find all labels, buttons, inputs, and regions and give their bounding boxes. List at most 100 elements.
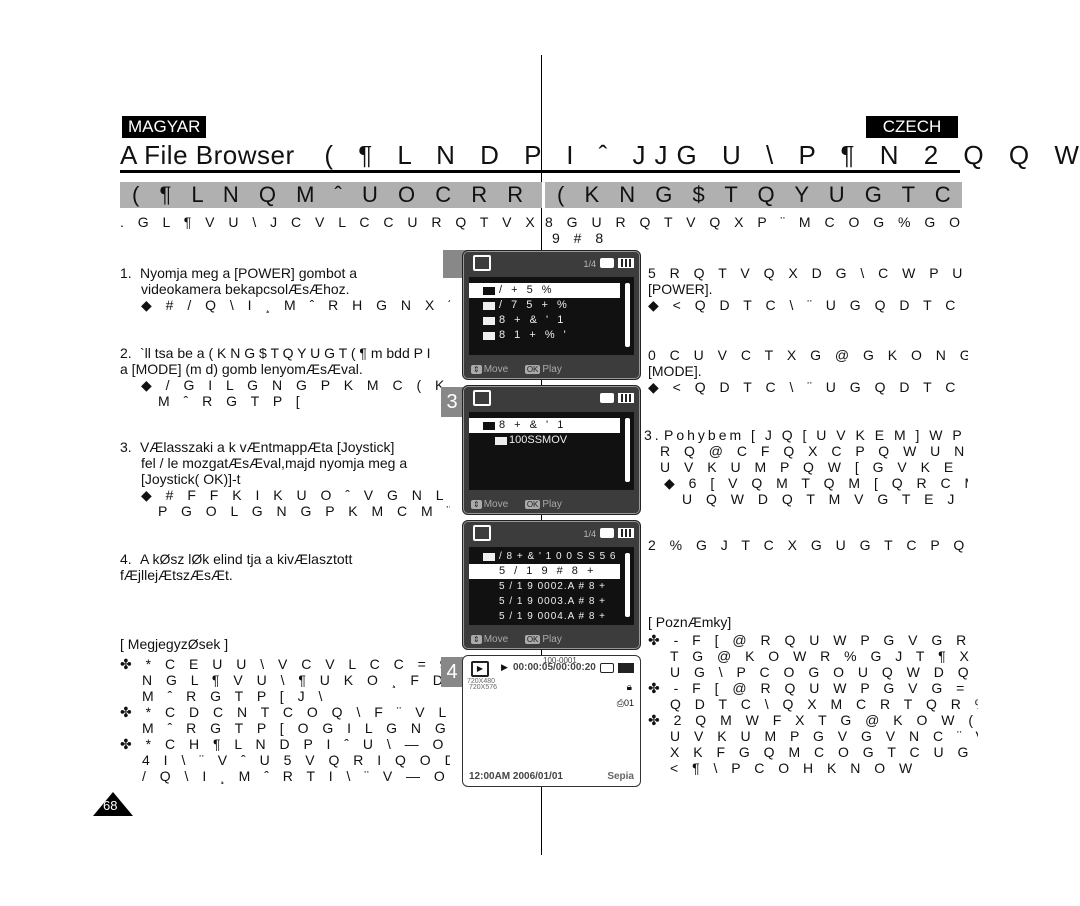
- list-item-label: / + 5 %: [499, 284, 555, 296]
- note-text: - F [ @ R Q U W P G V G R % G R ¨ P C = …: [673, 632, 978, 648]
- ok-icon: OK: [524, 500, 541, 509]
- title-rule: [120, 170, 960, 173]
- joystick-icon: ⇕: [471, 365, 482, 374]
- folder-icon: [495, 437, 507, 445]
- footer-play-label: Play: [542, 634, 562, 645]
- diamond-bullet-icon: ◆: [141, 487, 157, 503]
- list-item-label: 5 / 1 9 # 8 +: [499, 565, 597, 577]
- section-title-right: ( K N G $ T Q Y U G T C U N Q @ G M: [545, 182, 962, 208]
- note-item: ✤ * C H ¶ L N D P I ˆ U \ — O ¸ F D C P …: [120, 736, 450, 784]
- step-text: Pohybem [ J Q [ U V K E M ] W P T ¶ Q N …: [664, 427, 968, 443]
- list-item[interactable]: 5 / 1 9 # 8 +: [469, 564, 620, 579]
- step-4: 4. A kØsz lØk elind tja a kivÆlasztott fÆ…: [120, 551, 450, 583]
- list-item[interactable]: 5 / 1 9 0002.A # 8 +: [469, 579, 620, 594]
- footer-play-label: Play: [542, 499, 562, 510]
- list-item[interactable]: 8 + & ' 1: [469, 418, 620, 433]
- list-item-label: 5 / 1 9 0002.A # 8 +: [499, 581, 607, 592]
- footer-move-label: Move: [483, 499, 509, 510]
- page-number: 68: [103, 798, 118, 813]
- step-number: 1.: [120, 265, 132, 281]
- print-copies: 01: [623, 698, 634, 708]
- step-bullet-text: 6 [ V Q M T Q M [ Q R C M W L V G F Q M …: [688, 475, 968, 491]
- note-text: 2 Q M W F X T G @ K O W ( K N G $ T Q Y …: [673, 712, 978, 728]
- note-text: N G L ¶ V U \ ¶ U K O ¸ F D C P X K U U …: [142, 672, 450, 688]
- list-item[interactable]: / 7 5 + %: [469, 298, 620, 313]
- step-text: R Q @ C F Q X C P Q W U N Q Q W D Q R T …: [660, 443, 968, 459]
- scrollbar[interactable]: [625, 283, 630, 347]
- page-number-badge: 68: [93, 792, 133, 816]
- note-bullet-icon: ✤: [648, 680, 665, 696]
- note-text: M ˆ R G T P [ O G I L G N G P K M: [142, 720, 450, 736]
- folder-open-icon: [483, 422, 495, 430]
- list-item[interactable]: 5 / 1 9 0003.A # 8 +: [469, 594, 620, 609]
- notes-right: ✤ - F [ @ R Q U W P G V G R % G R ¨ P C …: [648, 632, 978, 776]
- note-text: X K F G Q M C O G T C U G R % G P G F Q: [670, 744, 978, 760]
- scrollbar[interactable]: [625, 553, 630, 617]
- folder-icon: [483, 287, 495, 295]
- ok-icon: OK: [524, 365, 541, 374]
- note-bullet-icon: ✤: [120, 656, 137, 672]
- step-number: 3.: [120, 439, 132, 455]
- note-item: ✤ * C E U U \ V C V L C C = 9 6 ? M C R …: [120, 656, 450, 704]
- folder-play-icon: ▶: [471, 661, 489, 677]
- list-item-label: 8 + & ' 1: [499, 419, 567, 431]
- intro-right-line2: 9 # 8: [552, 230, 609, 246]
- file-list: / + 5 % / 7 5 + % 8 + & ' 1 8 1 + % ': [469, 277, 634, 355]
- battery-icon: [600, 393, 634, 403]
- datetime: 12:00AM 2006/01/01: [469, 771, 563, 782]
- note-text: Q D T C \ Q X M C R T Q R % G F E J Q \ …: [670, 696, 978, 712]
- notes-left: ✤ * C E U U \ V C V L C C = 9 6 ? M C R …: [120, 656, 450, 784]
- note-bullet-icon: ✤: [648, 712, 665, 728]
- list-item-path: / 8 + & ' 1 0 0 S S 5 6 / 1 8: [469, 549, 620, 577]
- folder-icon: [473, 255, 491, 271]
- list-item[interactable]: 8 + & ' 1: [469, 313, 620, 328]
- step-4: 2 % G J T C X G U G T C P Q W D Q T: [648, 537, 968, 553]
- step-1: 1. Nyomja meg a [POWER] gombot a videokam…: [120, 265, 450, 313]
- footer-move-label: Move: [483, 634, 509, 645]
- step-2: 0 C U V C T X G @ G K O N G $ T Q U V K …: [648, 347, 968, 395]
- step-bullet-text: < Q D T C \ ¨ U G Q D T C \ Q X M C ( K …: [672, 379, 968, 395]
- step-bullet-text: < Q D T C \ ¨ U G Q D T C \ Q X M C / Q …: [672, 297, 968, 313]
- note-bullet-icon: ✤: [120, 736, 137, 752]
- list-item[interactable]: 100SSMOV: [469, 433, 620, 448]
- step-bullet-text: # / Q \ I ¸ M ˆ R H G N X ˆ V G N M ˆ R …: [165, 297, 450, 313]
- step-text: videokamera bekapcsolÆsÆhoz.: [141, 281, 350, 297]
- step-badge-3: 3: [441, 387, 463, 417]
- note-bullet-icon: ✤: [648, 632, 665, 648]
- intro-right-line1: 8 G U R Q T V Q X P ¨ M C O G % G O 5 @ …: [545, 214, 965, 230]
- screen-footer: ⇕ Move OK Play: [471, 499, 562, 510]
- note-item: ✤ - F [ @ R Q U W P G V G = , Q [ U V K …: [648, 680, 978, 712]
- note-text: / Q \ I ¸ M ˆ R T I \ ¨ V — O ¸ F D C M …: [142, 768, 450, 784]
- page-title-czech: ( ¶ L N D P I ˆ JJG U \ P ¶ N 2 Q Q W @ …: [324, 140, 1080, 170]
- note-item: ✤ 2 Q M W F X T G @ K O W ( K N G $ T Q …: [648, 712, 978, 776]
- footer-play-label: Play: [542, 364, 562, 375]
- step-1: 5 R Q T V Q X D G \ C W P U G K U M N G …: [648, 265, 968, 313]
- language-label-czech: CZECH: [866, 116, 958, 138]
- step-text: 5 R Q T V Q X D G \ C W P U G K U M N G …: [648, 265, 968, 281]
- step-text: VÆlasszaki a k vÆntmappÆta [Joystick]: [140, 439, 395, 455]
- note-text: * C E U U \ V C V L C C = 9 6 ? M C R E …: [145, 656, 450, 672]
- scrollbar[interactable]: [625, 418, 630, 482]
- resolution-pal: 720X576: [469, 684, 498, 691]
- list-item[interactable]: / + 5 %: [469, 283, 620, 298]
- folder-icon: [473, 390, 491, 406]
- file-list: / 8 + & ' 1 0 0 S S 5 6 / 1 8 5 / 1 9 # …: [469, 547, 634, 625]
- step-badge-4: 4: [441, 657, 463, 687]
- page-title: A File Browser ( ¶ L N D P I ˆ JJG U \ P…: [120, 140, 1080, 171]
- diamond-bullet-icon: ◆: [648, 297, 664, 313]
- step-text: Nyomja meg a [POWER] gombot a: [140, 265, 358, 281]
- step-bullet-text: M ˆ R G T P [: [158, 393, 305, 409]
- intro-left: . G L ¶ V U \ J C V L C C U R Q T V X # …: [120, 214, 540, 230]
- step-text: a [MODE] (m d) gomb lenyomÆsÆval.: [120, 361, 363, 377]
- camera-screen-1: 1/4 / + 5 % / 7 5 + % 8 + & ' 1 8 1 + % …: [462, 250, 641, 380]
- battery-icon: [600, 528, 634, 538]
- note-text: U G \ P C O G O U Q W D Q T 5: [670, 664, 978, 680]
- diamond-bullet-icon: ◆: [664, 475, 680, 491]
- step-bullet-text: U Q W D Q T M V G T E J E G V G R T Q J: [682, 491, 968, 507]
- list-item[interactable]: 5 / 1 9 0004.A # 8 +: [469, 609, 620, 624]
- step-text: fel / le mozgatÆsÆval,majd nyomja meg a: [141, 455, 408, 471]
- step-bullet-text: # F F K I K U O ˆ V G N L G C H G P V K …: [165, 487, 450, 503]
- note-item: ✤ - F [ @ R Q U W P G V G R % G R ¨ P C …: [648, 632, 978, 680]
- list-item[interactable]: 8 1 + % ': [469, 328, 620, 343]
- folder-icon: [483, 317, 495, 325]
